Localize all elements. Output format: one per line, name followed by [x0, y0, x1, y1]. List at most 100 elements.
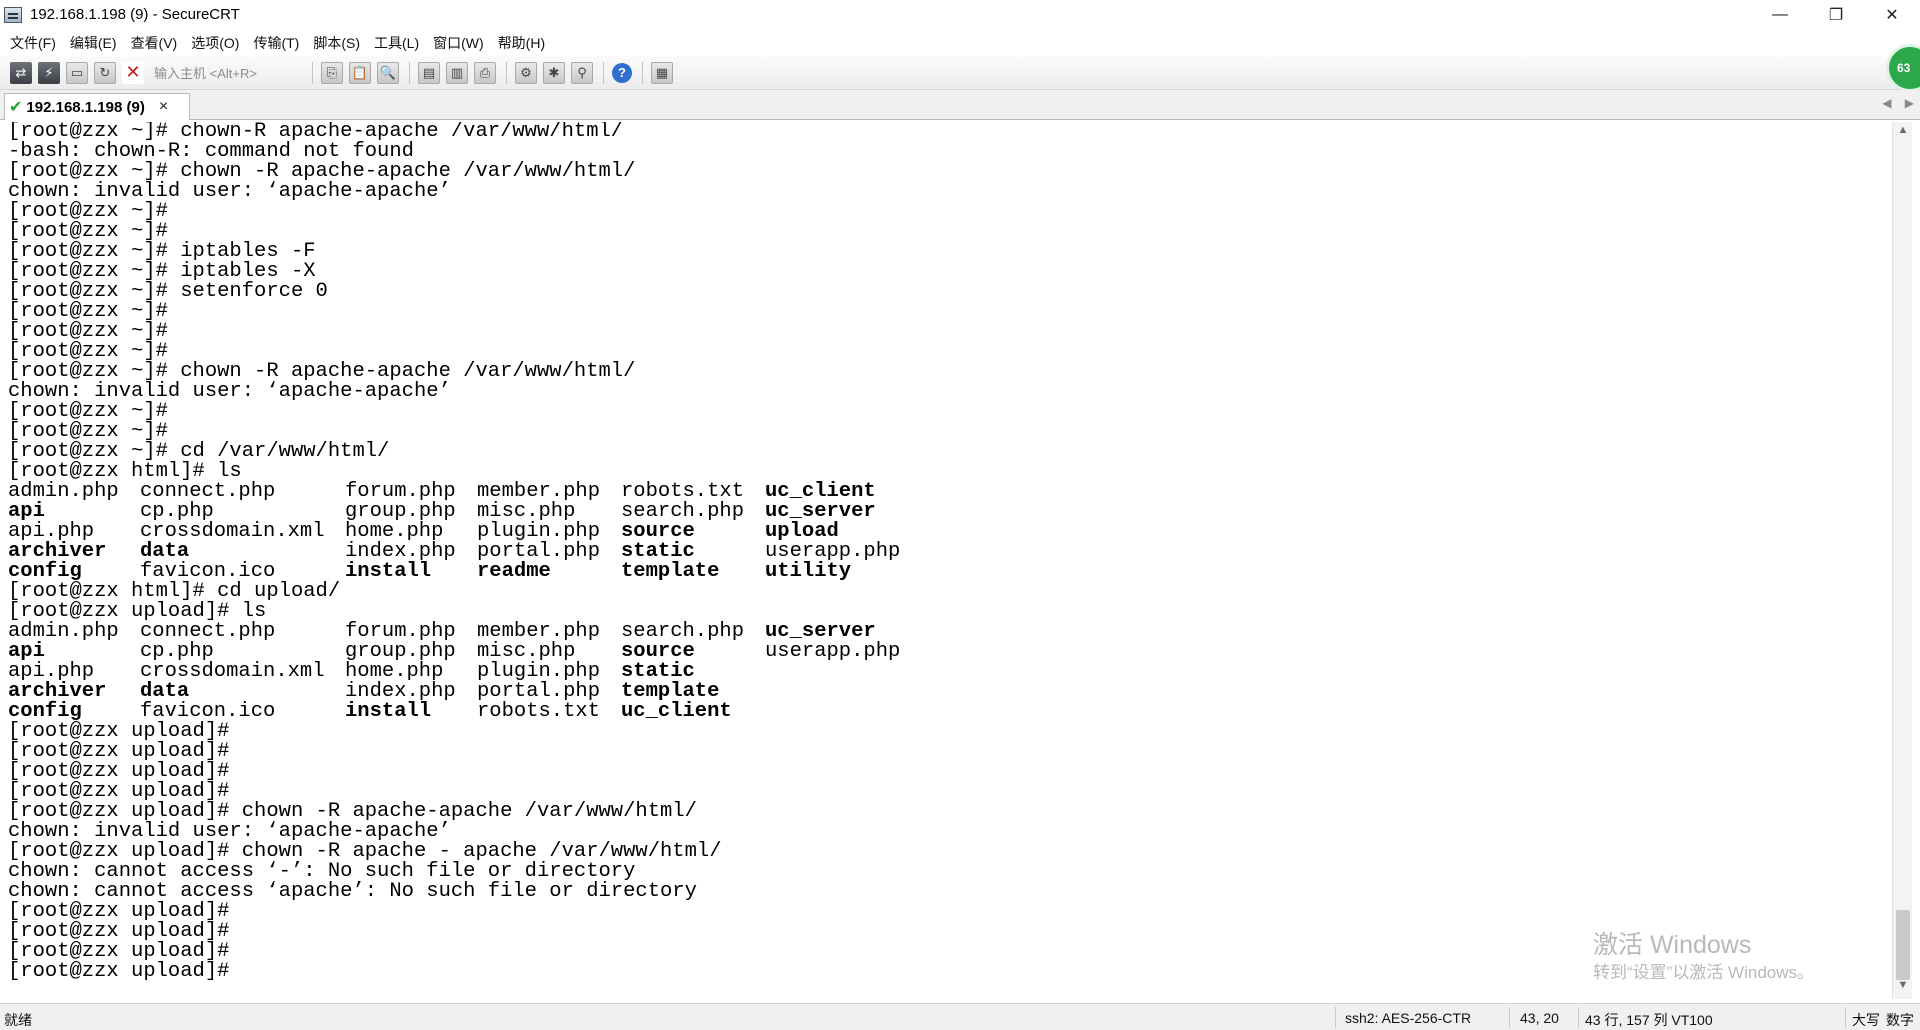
- paste-icon[interactable]: 📋: [349, 61, 371, 84]
- terminal-line: [root@zzx ~]#: [8, 300, 168, 323]
- find-icon[interactable]: 🔍: [377, 61, 399, 84]
- ls-row: archiver data index.php portal.php static use…: [4, 540, 1892, 563]
- toolbar-separator: [312, 61, 313, 84]
- terminal-line: [root@zzx upload]#: [8, 720, 230, 743]
- terminal-line: [root@zzx upload]# chown -R apache - apa…: [8, 840, 722, 863]
- ls-file-entry: cp.php: [140, 500, 214, 523]
- terminal-line: chown: cannot access ‘-’: No such file o…: [8, 860, 636, 883]
- terminal-scrollbar[interactable]: ▲ ▼: [1892, 122, 1912, 999]
- ls-file-entry: [765, 702, 925, 722]
- menu-view[interactable]: 查看(V): [131, 33, 178, 53]
- ls-directory-entry: api: [8, 640, 45, 663]
- minimize-button[interactable]: —: [1752, 0, 1808, 29]
- terminal-line: [root@zzx html]# cd upload/: [8, 580, 341, 603]
- terminal-output[interactable]: [root@zzx ~]# chown-R apache-apache /var…: [4, 122, 1892, 999]
- securecrt-app-icon[interactable]: [4, 6, 22, 23]
- tab-close-button[interactable]: ×: [159, 98, 168, 116]
- restore-button[interactable]: ❐: [1808, 0, 1864, 29]
- session-tab[interactable]: ✔ 192.168.1.198 (9) ×: [4, 93, 190, 120]
- activate-windows-hint: 转到“设置”以激活 Windows。: [1593, 963, 1815, 982]
- terminal-line: chown: cannot access ‘apache’: No such f…: [8, 880, 697, 903]
- scroll-thumb[interactable]: [1896, 910, 1910, 980]
- print-selection-icon[interactable]: ▥: [446, 61, 468, 84]
- menu-tools[interactable]: 工具(L): [374, 33, 419, 53]
- host-input[interactable]: 输入主机 <Alt+R>: [150, 61, 300, 85]
- ls-directory-entry: static: [621, 660, 695, 683]
- ls-row: api.php crossdomain.xml home.php plugin.php…: [4, 660, 1892, 683]
- connect-in-tab-icon[interactable]: ▭: [66, 61, 88, 84]
- terminal-ls-html: admin.php connect.php forum.php member.php r…: [4, 480, 1892, 583]
- menu-options[interactable]: 选项(O): [191, 33, 239, 53]
- ls-file-entry: portal.php: [477, 540, 601, 563]
- disconnect-icon[interactable]: ✕: [122, 61, 144, 84]
- terminal-ls-upload: admin.php connect.php forum.php member.php s…: [4, 620, 1892, 723]
- ls-directory-entry: upload: [765, 520, 839, 543]
- quick-connect-icon[interactable]: ⚡: [38, 61, 60, 84]
- ls-file-entry: forum.php: [345, 480, 456, 503]
- reconnect-icon[interactable]: ↻: [94, 61, 116, 84]
- terminal-line: [root@zzx ~]#: [8, 220, 168, 243]
- menu-help[interactable]: 帮助(H): [498, 33, 545, 53]
- toolbar-separator: [409, 61, 410, 84]
- status-divider: [1578, 1007, 1579, 1028]
- ls-directory-entry: install: [345, 700, 432, 723]
- close-window-button[interactable]: ✕: [1864, 0, 1920, 29]
- sftp-icon[interactable]: ▦: [651, 61, 673, 84]
- menu-edit[interactable]: 编辑(E): [70, 33, 117, 53]
- ls-row: archiver data index.php portal.php template: [4, 680, 1892, 703]
- ls-directory-entry: data: [140, 540, 190, 563]
- terminal-line: -bash: chown-R: command not found: [8, 140, 414, 163]
- terminal-line: [root@zzx ~]# iptables -F: [8, 240, 316, 263]
- toolbar-separator: [642, 61, 643, 84]
- toolbar: ⇄ ⚡ ▭ ↻ ✕ 输入主机 <Alt+R> ⎘ 📋 🔍 ▤ ▥ ⎙ ⚙ ✱ ⚲…: [0, 56, 1920, 90]
- ls-file-entry: [765, 682, 925, 702]
- ls-file-entry: [765, 662, 925, 682]
- session-tab-bar: ✔ 192.168.1.198 (9) × ◀ ▶: [0, 90, 1920, 120]
- ls-directory-entry: install: [345, 560, 432, 583]
- ls-row: config favicon.ico install readme template ut…: [4, 560, 1892, 583]
- tab-scroll-right-icon[interactable]: ▶: [1905, 96, 1914, 110]
- ls-file-entry: userapp.php: [765, 640, 901, 663]
- ls-file-entry: search.php: [621, 500, 745, 523]
- ls-file-entry: group.php: [345, 500, 456, 523]
- tab-scroll-left-icon[interactable]: ◀: [1882, 96, 1891, 110]
- global-options-icon[interactable]: ✱: [543, 61, 565, 84]
- terminal-line: [root@zzx upload]# ls: [8, 600, 267, 623]
- status-terminal-size: 43 行, 157 列 VT100: [1585, 1012, 1713, 1028]
- ls-file-entry: admin.php: [8, 620, 119, 643]
- ls-file-entry: misc.php: [477, 500, 576, 523]
- ls-row: admin.php connect.php forum.php member.php s…: [4, 620, 1892, 643]
- status-cipher: ssh2: AES-256-CTR: [1345, 1010, 1472, 1026]
- ls-directory-entry: uc_server: [765, 620, 876, 643]
- terminal-line: [root@zzx ~]# setenforce 0: [8, 280, 328, 303]
- ls-row: api cp.php group.php misc.php source userapp.…: [4, 640, 1892, 663]
- menu-bar: 文件(F) 编辑(E) 查看(V) 选项(O) 传输(T) 脚本(S) 工具(L…: [0, 29, 1920, 56]
- ls-file-entry: cp.php: [140, 640, 214, 663]
- menu-file[interactable]: 文件(F): [10, 33, 56, 53]
- terminal-line: [root@zzx ~]#: [8, 400, 168, 423]
- menu-script[interactable]: 脚本(S): [313, 33, 360, 53]
- session-options-icon[interactable]: ⚙: [515, 61, 537, 84]
- ls-file-entry: member.php: [477, 480, 601, 503]
- ls-directory-entry: template: [621, 560, 720, 583]
- copy-icon[interactable]: ⎘: [321, 61, 343, 84]
- scroll-up-icon[interactable]: ▲: [1893, 124, 1913, 142]
- terminal-line: [root@zzx ~]# iptables -X: [8, 260, 316, 283]
- keymap-icon[interactable]: ⚲: [571, 61, 593, 84]
- status-bar: 就绪 ssh2: AES-256-CTR 43, 20 43 行, 157 列 …: [0, 1003, 1920, 1030]
- ls-file-entry: crossdomain.xml: [140, 660, 325, 683]
- print-setup-icon[interactable]: ▤: [418, 61, 440, 84]
- ls-directory-entry: archiver: [8, 680, 107, 703]
- connect-icon[interactable]: ⇄: [10, 61, 32, 84]
- print-icon[interactable]: ⎙: [474, 61, 496, 84]
- ls-directory-entry: api: [8, 500, 45, 523]
- terminal-line: [root@zzx html]# ls: [8, 460, 242, 483]
- menu-transfer[interactable]: 传输(T): [253, 33, 299, 53]
- ls-file-entry: index.php: [345, 680, 456, 703]
- status-ready: 就绪: [4, 1012, 32, 1028]
- help-icon[interactable]: ?: [612, 62, 632, 83]
- scroll-down-icon[interactable]: ▼: [1893, 979, 1913, 997]
- ls-file-entry: favicon.ico: [140, 560, 276, 583]
- menu-window[interactable]: 窗口(W): [433, 33, 484, 53]
- ls-file-entry: connect.php: [140, 620, 276, 643]
